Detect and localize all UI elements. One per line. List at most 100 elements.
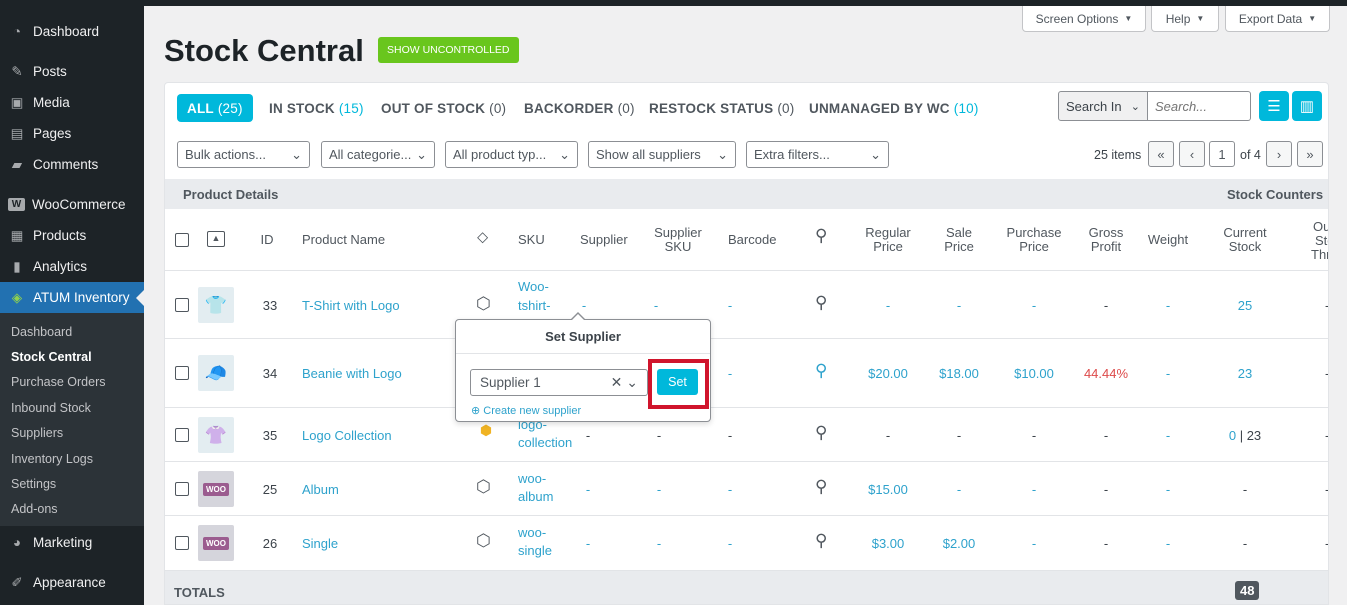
supplier-select[interactable]: Supplier 1 ✕ ⌄ — [470, 369, 648, 396]
row-sale-price[interactable]: $2.00 — [937, 536, 981, 551]
col-out-stock-threshold[interactable]: OutStockThres — [1305, 220, 1328, 262]
row-supplier-sku[interactable]: - — [652, 536, 666, 551]
row-weight[interactable]: - — [1145, 536, 1191, 551]
menu-analytics[interactable]: ▮ Analytics — [0, 251, 144, 282]
product-name-link[interactable]: Logo Collection — [302, 428, 392, 443]
submenu-inventory-logs[interactable]: Inventory Logs — [0, 446, 144, 471]
row-barcode[interactable]: - — [723, 482, 737, 497]
submenu-dashboard[interactable]: Dashboard — [0, 319, 144, 344]
row-checkbox[interactable] — [175, 298, 189, 312]
extra-filters-select[interactable]: Extra filters... ⌄ — [746, 141, 889, 168]
location-pin-icon[interactable]: ⚲ — [815, 423, 827, 443]
row-regular-price[interactable]: $20.00 — [861, 366, 915, 381]
tab-all[interactable]: ALL (25) — [177, 94, 253, 122]
clear-icon[interactable]: ✕ — [611, 374, 623, 390]
product-name-link[interactable]: Album — [302, 482, 339, 497]
list-view-icon[interactable]: ☰ — [1259, 91, 1289, 121]
row-regular-price[interactable]: - — [861, 298, 915, 313]
help-button[interactable]: Help ▼ — [1151, 6, 1219, 32]
row-barcode[interactable]: - — [723, 366, 737, 381]
col-supplier[interactable]: Supplier — [580, 233, 628, 247]
row-supplier[interactable]: - — [577, 298, 591, 313]
first-page-button[interactable]: « — [1148, 141, 1174, 167]
menu-pages[interactable]: ▤ Pages — [0, 118, 144, 149]
product-thumbnail[interactable]: WOO — [198, 471, 234, 507]
select-all-checkbox[interactable] — [175, 233, 189, 247]
submenu-add-ons[interactable]: Add-ons — [0, 497, 144, 522]
row-checkbox[interactable] — [175, 482, 189, 496]
submenu-purchase-orders[interactable]: Purchase Orders — [0, 370, 144, 395]
prev-page-button[interactable]: ‹ — [1179, 141, 1205, 167]
col-purchase-price[interactable]: Purchase Price — [1005, 226, 1063, 254]
row-supplier-sku[interactable]: - — [649, 298, 663, 313]
row-sale-price[interactable]: $18.00 — [937, 366, 981, 381]
col-sku[interactable]: SKU — [518, 233, 545, 247]
menu-comments[interactable]: ▰ Comments — [0, 149, 144, 180]
set-button[interactable]: Set — [657, 369, 698, 395]
row-sku[interactable]: Woo-tshirt- — [518, 277, 551, 315]
row-purchase-price[interactable]: - — [1005, 536, 1063, 551]
menu-marketing[interactable]: ◕ Marketing — [0, 527, 144, 558]
row-supplier[interactable]: - — [581, 536, 595, 551]
row-sale-price[interactable]: - — [937, 482, 981, 497]
location-pin-icon[interactable]: ⚲ — [815, 477, 827, 497]
submenu-suppliers[interactable]: Suppliers — [0, 421, 144, 446]
submenu-stock-central[interactable]: Stock Central — [0, 344, 144, 369]
row-weight[interactable]: - — [1145, 428, 1191, 443]
row-sale-price[interactable]: - — [937, 298, 981, 313]
location-pin-icon[interactable]: ⚲ — [815, 531, 827, 551]
menu-woocommerce[interactable]: W WooCommerce — [0, 189, 144, 220]
row-weight[interactable]: - — [1145, 366, 1191, 381]
chevron-down-icon[interactable]: ⌄ — [626, 374, 638, 390]
row-checkbox[interactable] — [175, 366, 189, 380]
row-current-stock[interactable]: 25 — [1217, 298, 1273, 313]
last-page-button[interactable]: » — [1297, 141, 1323, 167]
row-supplier[interactable]: - — [581, 482, 595, 497]
menu-posts[interactable]: ✎ Posts — [0, 56, 144, 87]
product-thumbnail[interactable]: 👕 — [198, 287, 234, 323]
current-page-input[interactable]: 1 — [1209, 141, 1235, 167]
menu-atum-inventory[interactable]: ◈ ATUM Inventory — [0, 282, 144, 313]
col-weight[interactable]: Weight — [1145, 233, 1191, 247]
product-type-select[interactable]: All product typ... ⌄ — [445, 141, 578, 168]
menu-appearance[interactable]: ✐ Appearance — [0, 567, 144, 598]
tab-in-stock[interactable]: IN STOCK (15) — [269, 94, 364, 122]
row-checkbox[interactable] — [175, 428, 189, 442]
col-gross-profit[interactable]: Gross Profit — [1083, 226, 1129, 254]
export-data-button[interactable]: Export Data ▼ — [1225, 6, 1330, 32]
menu-media[interactable]: ▣ Media — [0, 87, 144, 118]
col-regular-price[interactable]: Regular Price — [861, 226, 915, 254]
row-regular-price[interactable]: $15.00 — [861, 482, 915, 497]
row-sku[interactable]: woo-album — [518, 470, 553, 506]
product-thumbnail[interactable]: WOO — [198, 525, 234, 561]
row-weight[interactable]: - — [1145, 298, 1191, 313]
row-checkbox[interactable] — [175, 536, 189, 550]
search-in-select[interactable]: Search In ⌄ — [1058, 91, 1148, 121]
location-pin-icon[interactable]: ⚲ — [815, 361, 827, 381]
menu-products[interactable]: ▦ Products — [0, 220, 144, 251]
submenu-inbound-stock[interactable]: Inbound Stock — [0, 395, 144, 420]
location-pin-icon[interactable]: ⚲ — [815, 293, 827, 313]
columns-view-icon[interactable]: ▥ — [1292, 91, 1322, 121]
row-purchase-price[interactable]: - — [1005, 482, 1063, 497]
create-supplier-link[interactable]: ⊕ Create new supplier — [471, 404, 581, 417]
row-sku[interactable]: woo-single — [518, 524, 552, 560]
row-purchase-price[interactable]: - — [1005, 298, 1063, 313]
product-thumbnail[interactable]: 🧢 — [198, 355, 234, 391]
search-input[interactable] — [1148, 91, 1251, 121]
row-purchase-price[interactable]: $10.00 — [1005, 366, 1063, 381]
row-barcode[interactable]: - — [723, 298, 737, 313]
row-barcode[interactable]: - — [723, 536, 737, 551]
product-name-link[interactable]: Beanie with Logo — [302, 366, 402, 381]
col-current-stock[interactable]: Current Stock — [1217, 226, 1273, 254]
submenu-settings[interactable]: Settings — [0, 471, 144, 496]
show-uncontrolled-button[interactable]: SHOW UNCONTROLLED — [378, 37, 519, 63]
tab-unmanaged-by-wc[interactable]: UNMANAGED BY WC (10) — [809, 94, 979, 122]
row-regular-price[interactable]: $3.00 — [861, 536, 915, 551]
tab-backorder[interactable]: BACKORDER (0) — [524, 94, 635, 122]
tab-out-of-stock[interactable]: OUT OF STOCK (0) — [381, 94, 506, 122]
row-weight[interactable]: - — [1145, 482, 1191, 497]
product-thumbnail[interactable]: 👚 — [198, 417, 234, 453]
categories-select[interactable]: All categorie... ⌄ — [321, 141, 435, 168]
product-name-link[interactable]: T-Shirt with Logo — [302, 298, 400, 313]
